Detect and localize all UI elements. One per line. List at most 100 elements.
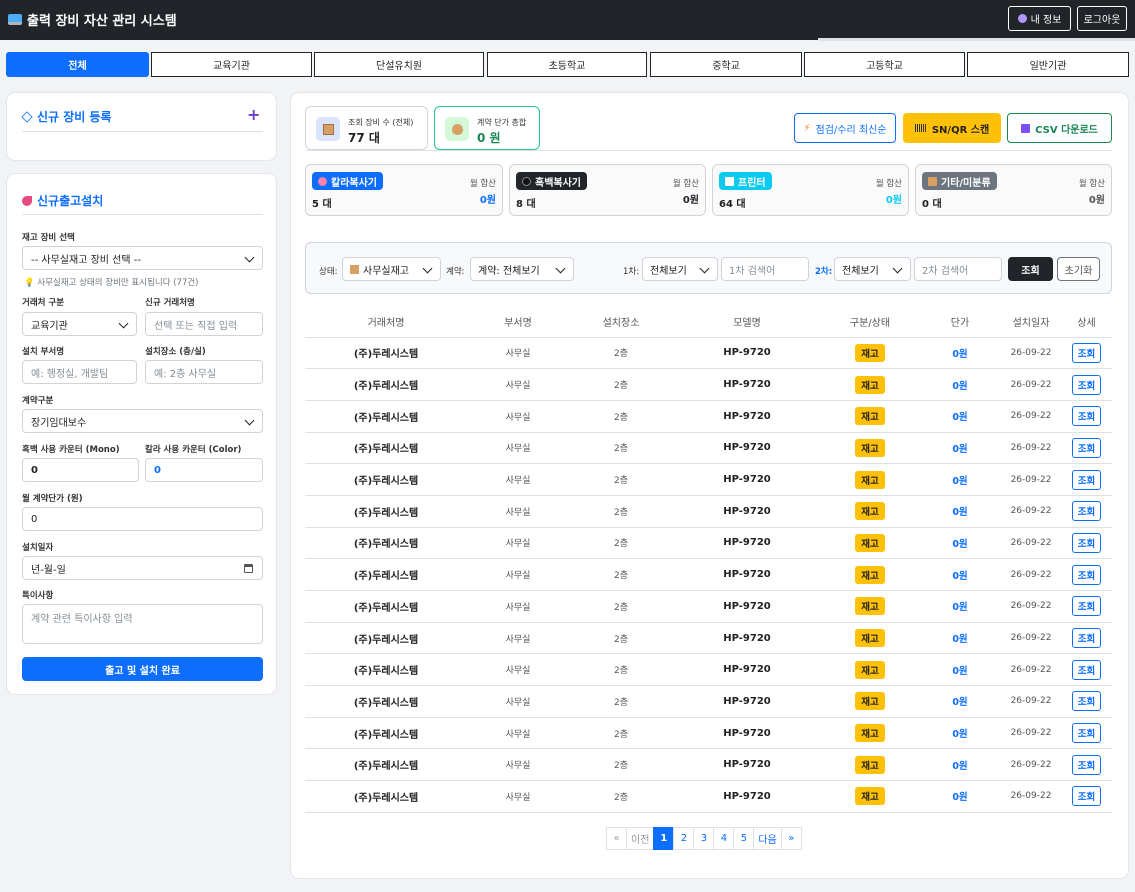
new-equipment-title: 신규 장비 등록 xyxy=(37,110,112,124)
price-input[interactable]: 0 xyxy=(22,507,263,531)
contract-select[interactable]: 장기임대보수 xyxy=(22,409,263,433)
column-header: 설치일자 xyxy=(1001,306,1061,338)
reset-button[interactable]: 초기화 xyxy=(1057,257,1100,281)
view-detail-button[interactable]: 조회 xyxy=(1071,501,1102,522)
first-filter-label: 1차: xyxy=(623,267,640,277)
second-filter-select[interactable]: 전체보기 xyxy=(834,257,911,281)
table-row[interactable]: (주)두레시스템 사무실 2층 HP-9720 재고 0원 26-09-22 조회 xyxy=(305,432,1112,465)
tab-elementary[interactable]: 초등학교 xyxy=(487,52,647,77)
submit-install-button[interactable]: 출고 및 설치 완료 xyxy=(22,657,263,681)
status-badge: 재고 xyxy=(855,343,885,362)
table-row[interactable]: (주)두레시스템 사무실 2층 HP-9720 재고 0원 26-09-22 조회 xyxy=(305,337,1112,370)
page-next-button[interactable]: 다음 xyxy=(753,827,782,850)
table-row[interactable]: (주)두레시스템 사무실 2층 HP-9720 재고 0원 26-09-22 조회 xyxy=(305,780,1112,813)
view-detail-button[interactable]: 조회 xyxy=(1071,596,1102,617)
dept-cell: 사무실 xyxy=(467,780,569,813)
view-detail-button[interactable]: 조회 xyxy=(1071,469,1102,490)
table-row[interactable]: (주)두레시스템 사무실 2층 HP-9720 재고 0원 26-09-22 조회 xyxy=(305,717,1112,750)
category-card-other[interactable]: 기타/미분류 월 합산 0 대 0원 xyxy=(915,164,1112,216)
contract-filter-select[interactable]: 계약: 전체보기 xyxy=(470,257,574,281)
page-prev-button[interactable]: 이전 xyxy=(626,827,655,850)
first-filter-select[interactable]: 전체보기 xyxy=(642,257,718,281)
csv-download-button[interactable]: CSV 다운로드 xyxy=(1007,113,1112,143)
color-input[interactable]: 0 xyxy=(145,458,263,482)
scan-button[interactable]: SN/QR 스캔 xyxy=(903,113,1001,143)
view-detail-button[interactable]: 조회 xyxy=(1071,786,1102,807)
new-equipment-header[interactable]: 신규 장비 등록 xyxy=(21,108,112,125)
page-last-button[interactable]: » xyxy=(780,827,802,850)
category-badge: 기타/미분류 xyxy=(922,172,997,190)
client-name-cell: (주)두레시스템 xyxy=(305,685,467,718)
status-filter-label: 상태: xyxy=(319,267,338,277)
page-3-button[interactable]: 3 xyxy=(693,827,715,850)
first-search-input[interactable]: 1차 검색어 xyxy=(721,257,809,281)
mono-input[interactable]: 0 xyxy=(22,458,139,482)
detail-cell: 조회 xyxy=(1061,400,1112,433)
date-cell: 26-09-22 xyxy=(1001,400,1061,433)
client-type-select[interactable]: 교육기관 xyxy=(22,312,137,336)
second-search-input[interactable]: 2차 검색어 xyxy=(914,257,1002,281)
tab-general[interactable]: 일반기관 xyxy=(967,52,1129,77)
table-row[interactable]: (주)두레시스템 사무실 2층 HP-9720 재고 0원 26-09-22 조회 xyxy=(305,748,1112,782)
table-row[interactable]: (주)두레시스템 사무실 2층 HP-9720 재고 0원 26-09-22 조회 xyxy=(305,590,1112,623)
view-detail-button[interactable]: 조회 xyxy=(1071,532,1102,553)
calendar-icon[interactable] xyxy=(244,564,253,573)
chevron-down-icon xyxy=(422,263,433,274)
tab-high[interactable]: 고등학교 xyxy=(804,52,965,77)
view-detail-button[interactable]: 조회 xyxy=(1071,691,1102,712)
status-filter-select[interactable]: 사무실재고 xyxy=(342,257,441,281)
view-detail-button[interactable]: 조회 xyxy=(1071,659,1102,680)
category-card-printer[interactable]: 프린터 월 합산 64 대 0원 xyxy=(712,164,909,216)
table-row[interactable]: (주)두레시스템 사무실 2층 HP-9720 재고 0원 26-09-22 조회 xyxy=(305,527,1112,560)
table-row[interactable]: (주)두레시스템 사무실 2층 HP-9720 재고 0원 26-09-22 조회 xyxy=(305,558,1112,591)
view-detail-button[interactable]: 조회 xyxy=(1071,628,1102,649)
dept-cell: 사무실 xyxy=(467,653,569,687)
table-row[interactable]: (주)두레시스템 사무실 2층 HP-9720 재고 0원 26-09-22 조회 xyxy=(305,653,1112,687)
page-first-button[interactable]: « xyxy=(606,827,627,850)
view-detail-button[interactable]: 조회 xyxy=(1071,564,1102,585)
page-4-button[interactable]: 4 xyxy=(713,827,735,850)
table-row[interactable]: (주)두레시스템 사무실 2층 HP-9720 재고 0원 26-09-22 조회 xyxy=(305,463,1112,496)
status-cell: 재고 xyxy=(821,717,919,750)
category-card-color-copier[interactable]: 칼라복사기 월 합산 5 대 0원 xyxy=(305,164,503,216)
page-1-button[interactable]: 1 xyxy=(653,827,675,850)
table-row[interactable]: (주)두레시스템 사무실 2층 HP-9720 재고 0원 26-09-22 조회 xyxy=(305,368,1112,401)
date-input[interactable]: 년-월-일 xyxy=(22,556,263,580)
place-cell: 2층 xyxy=(569,527,673,560)
stock-select[interactable]: -- 사무실재고 장비 선택 -- xyxy=(22,246,263,270)
place-input[interactable]: 예: 2층 사무실 xyxy=(145,360,263,384)
tab-all[interactable]: 전체 xyxy=(6,52,149,77)
view-detail-button[interactable]: 조회 xyxy=(1071,437,1102,458)
tab-kindergarten[interactable]: 단설유치원 xyxy=(314,52,484,77)
dept-cell: 사무실 xyxy=(467,337,569,370)
category-card-mono-copier[interactable]: 흑백복사기 월 합산 8 대 0원 xyxy=(509,164,706,216)
table-row[interactable]: (주)두레시스템 사무실 2층 HP-9720 재고 0원 26-09-22 조회 xyxy=(305,622,1112,655)
dept-cell: 사무실 xyxy=(467,685,569,718)
note-textarea[interactable]: 계약 관련 특이사항 입력 xyxy=(22,604,263,644)
search-button[interactable]: 조회 xyxy=(1008,257,1053,281)
sort-latest-button[interactable]: ⚡ 점검/수리 최신순 xyxy=(794,113,896,143)
view-detail-button[interactable]: 조회 xyxy=(1071,374,1102,395)
view-detail-button[interactable]: 조회 xyxy=(1071,342,1102,363)
table-row[interactable]: (주)두레시스템 사무실 2층 HP-9720 재고 0원 26-09-22 조회 xyxy=(305,400,1112,433)
page-2-button[interactable]: 2 xyxy=(673,827,695,850)
dept-cell: 사무실 xyxy=(467,748,569,782)
plus-icon[interactable]: + xyxy=(247,105,260,124)
logout-button[interactable]: 로그아웃 xyxy=(1077,6,1127,31)
view-detail-button[interactable]: 조회 xyxy=(1071,723,1102,744)
price-cell: 0원 xyxy=(919,653,1001,687)
page-5-button[interactable]: 5 xyxy=(733,827,755,850)
dept-input[interactable]: 예: 행정실, 개발팀 xyxy=(22,360,137,384)
table-row[interactable]: (주)두레시스템 사무실 2층 HP-9720 재고 0원 26-09-22 조회 xyxy=(305,495,1112,528)
tab-middle[interactable]: 중학교 xyxy=(650,52,802,77)
model-cell: HP-9720 xyxy=(673,463,821,496)
table-row[interactable]: (주)두레시스템 사무실 2층 HP-9720 재고 0원 26-09-22 조회 xyxy=(305,685,1112,718)
view-detail-button[interactable]: 조회 xyxy=(1071,754,1102,775)
new-client-input[interactable]: 선택 또는 직접 입력 xyxy=(145,312,263,336)
dept-cell: 사무실 xyxy=(467,495,569,528)
model-cell: HP-9720 xyxy=(673,495,821,528)
price-value: 0원 xyxy=(952,570,968,582)
tab-edu[interactable]: 교육기관 xyxy=(151,52,312,77)
my-info-button[interactable]: 내 정보 xyxy=(1008,6,1071,31)
view-detail-button[interactable]: 조회 xyxy=(1071,406,1102,427)
